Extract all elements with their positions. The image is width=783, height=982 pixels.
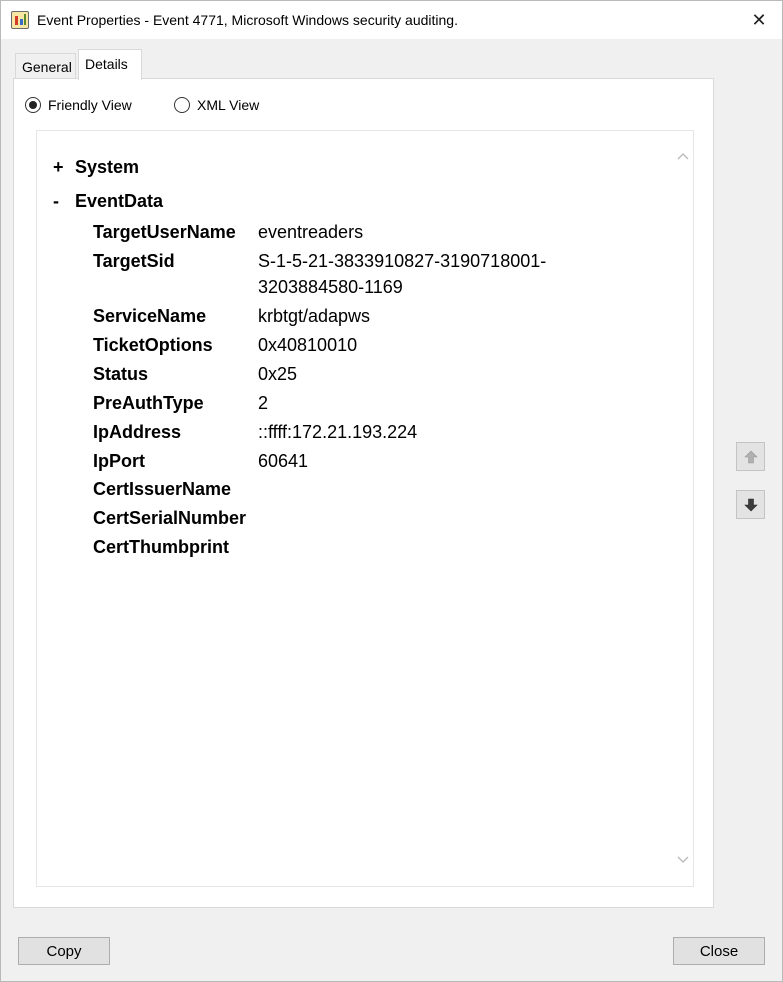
- xml-view-radio[interactable]: XML View: [174, 95, 259, 115]
- field-name-preauthtype: PreAuthType: [93, 393, 204, 413]
- tree-node-system[interactable]: + System: [53, 157, 139, 178]
- previous-event-button[interactable]: [736, 442, 765, 471]
- field-name-ticketoptions: TicketOptions: [93, 335, 213, 355]
- field-name-ipport: IpPort: [93, 451, 145, 471]
- field-name-certissuername: CertIssuerName: [93, 479, 232, 499]
- event-viewer-icon: [11, 11, 29, 29]
- expand-toggle-icon[interactable]: +: [53, 157, 75, 178]
- tree-content: + System - EventData TargetUserName even…: [37, 131, 673, 886]
- field-value-ipaddress: ::ffff:172.21.193.224: [258, 422, 418, 442]
- close-button[interactable]: Close: [673, 937, 765, 965]
- tree-node-label: EventData: [75, 191, 164, 211]
- field-value-targetusername: eventreaders: [258, 222, 364, 242]
- arrow-up-icon: [743, 450, 758, 463]
- field-name-status: Status: [93, 364, 149, 384]
- radio-unselected-icon[interactable]: [174, 97, 190, 113]
- friendly-view-label: Friendly View: [48, 97, 132, 113]
- field-name-certthumbprint: CertThumbprint: [93, 537, 229, 557]
- field-value-status: 0x25: [258, 364, 298, 384]
- window-title: Event Properties - Event 4771, Microsoft…: [37, 12, 458, 28]
- next-event-button[interactable]: [736, 490, 765, 519]
- chevron-down-icon[interactable]: [677, 853, 689, 865]
- field-name-targetusername: TargetUserName: [93, 222, 236, 242]
- field-name-certserialnumber: CertSerialNumber: [93, 508, 247, 528]
- tab-details[interactable]: Details: [78, 49, 142, 80]
- field-value-ticketoptions: 0x40810010: [258, 335, 358, 355]
- details-panel: Friendly View XML View + System - EventD…: [13, 78, 714, 908]
- field-value-servicename: krbtgt/adapws: [258, 306, 371, 326]
- event-properties-window: Event Properties - Event 4771, Microsoft…: [0, 0, 783, 982]
- field-name-ipaddress: IpAddress: [93, 422, 182, 442]
- field-value-preauthtype: 2: [258, 393, 269, 413]
- tree-node-eventdata[interactable]: - EventData: [53, 191, 163, 212]
- tab-general[interactable]: General: [15, 53, 76, 79]
- close-icon[interactable]: ✕: [736, 1, 782, 39]
- field-value-targetsid: S-1-5-21-3833910827-3190718001-: [258, 251, 547, 271]
- field-value-targetsid-cont: 3203884580-1169: [258, 277, 403, 297]
- tree-node-label: System: [75, 157, 140, 177]
- field-value-ipport: 60641: [258, 451, 309, 471]
- collapse-toggle-icon[interactable]: -: [53, 191, 75, 212]
- chevron-up-icon[interactable]: [677, 151, 689, 163]
- vertical-scrollbar[interactable]: [673, 131, 693, 886]
- title-bar: Event Properties - Event 4771, Microsoft…: [1, 1, 782, 39]
- event-detail-tree: + System - EventData TargetUserName even…: [36, 130, 694, 887]
- radio-selected-icon[interactable]: [25, 97, 41, 113]
- arrow-down-icon: [743, 498, 758, 511]
- friendly-view-radio[interactable]: Friendly View: [25, 95, 132, 115]
- field-name-targetsid: TargetSid: [93, 251, 175, 271]
- field-name-servicename: ServiceName: [93, 306, 207, 326]
- xml-view-label: XML View: [197, 97, 260, 113]
- copy-button[interactable]: Copy: [18, 937, 110, 965]
